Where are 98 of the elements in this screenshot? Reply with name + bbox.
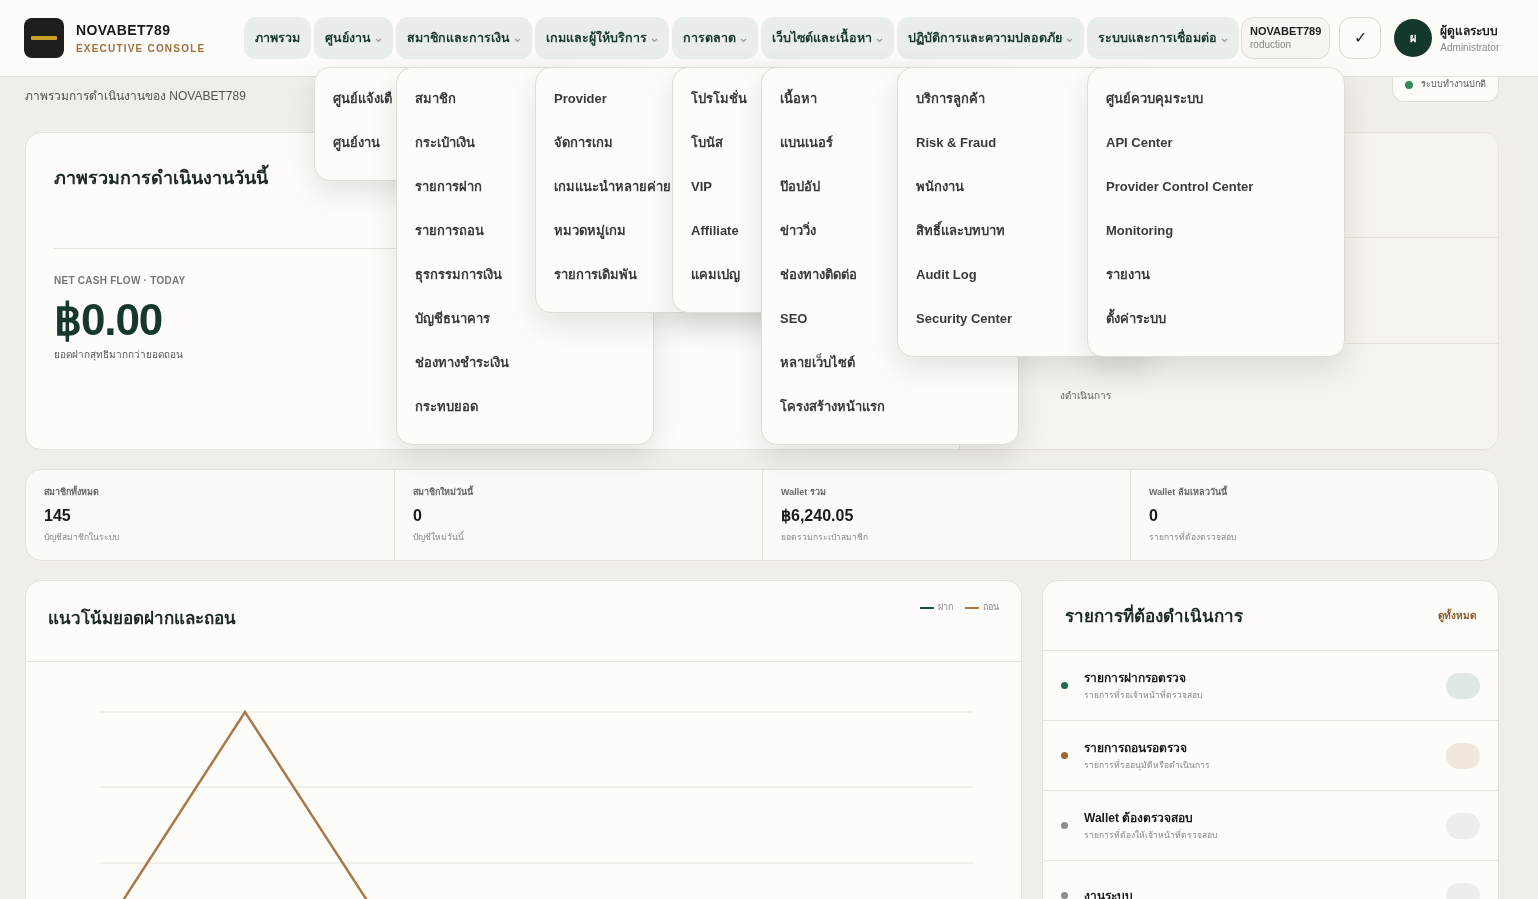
environment-label: roduction	[1250, 38, 1293, 52]
chevron-down-icon	[1066, 37, 1073, 43]
menu-item[interactable]: Provider	[554, 89, 607, 109]
page-subtitle: ภาพรวมการดำเนินงานของ NOVABET789	[25, 88, 246, 105]
user-role: Administrator	[1440, 40, 1500, 55]
menu-item[interactable]: Monitoring	[1106, 221, 1174, 241]
overview-title: ภาพรวมการดำเนินงานวันนี้	[54, 165, 268, 192]
status-text: ระบบทำงานปกติ	[1421, 78, 1486, 92]
stat-note: บัญชีใหม่วันนี้	[413, 530, 465, 544]
menu-item[interactable]: ข่าววิ่ง	[780, 221, 816, 241]
nav-tab[interactable]: ศูนย์งาน	[314, 17, 393, 59]
overview-note: ยอดฝากสุทธิมากกว่ายอดถอน	[54, 348, 183, 362]
menu-item[interactable]: Audit Log	[916, 265, 977, 285]
menu-item[interactable]: แบนเนอร์	[780, 133, 833, 153]
action-note: รายการที่รอเจ้าหน้าที่ตรวจสอบ	[1084, 689, 1203, 702]
menu-item[interactable]: โบนัส	[691, 133, 723, 153]
menu-item[interactable]: หมวดหมู่เกม	[554, 221, 626, 241]
menu-item[interactable]: บริการลูกค้า	[916, 89, 985, 109]
menu-item[interactable]: รายการถอน	[415, 221, 484, 241]
nav-tab[interactable]: ภาพรวม	[244, 17, 311, 59]
legend-label: ถอน	[983, 601, 999, 615]
chevron-down-icon	[740, 37, 747, 43]
menu-item[interactable]: Security Center	[916, 309, 1013, 329]
menu-item[interactable]: แคมเปญ	[691, 265, 740, 285]
brand-tagline: EXECUTIVE CONSOLE	[76, 42, 207, 56]
action-note: รายการที่รออนุมัติหรือดำเนินการ	[1084, 759, 1211, 772]
menu-item[interactable]: หลายเว็บไซต์	[780, 353, 855, 373]
chevron-down-icon	[375, 37, 382, 43]
menu-item[interactable]: Risk & Fraud	[916, 133, 997, 153]
view-all-link[interactable]: ดูทั้งหมด	[1438, 608, 1476, 623]
chevron-down-icon	[651, 37, 658, 43]
menu-item[interactable]: ศูนย์ควบคุมระบบ	[1106, 89, 1203, 109]
menu-item[interactable]: Affiliate	[691, 221, 739, 241]
stat-value: 145	[44, 505, 72, 526]
menu-item[interactable]: พนักงาน	[916, 177, 964, 197]
avatar[interactable]: ผ	[1394, 19, 1433, 57]
check-button[interactable]: ✓	[1339, 17, 1382, 59]
stat-value: ฿6,240.05	[781, 505, 855, 526]
menu-item[interactable]: VIP	[691, 177, 712, 197]
menu-item[interactable]: รายงาน	[1106, 265, 1150, 285]
menu-item[interactable]: SEO	[780, 309, 808, 329]
menu-item[interactable]: บัญชีธนาคาร	[415, 309, 490, 329]
count-badge	[1446, 672, 1480, 699]
overview-kicker: NET CASH FLOW · TODAY	[54, 274, 186, 288]
stat-note: ยอดรวมกระเป๋าสมาชิก	[781, 530, 869, 544]
stat-note: บัญชีสมาชิกในระบบ	[44, 530, 120, 544]
menu-item[interactable]: เกมแนะนำหลายค่าย	[554, 177, 671, 197]
menu-item[interactable]: ตั้งค่าระบบ	[1106, 309, 1166, 329]
count-badge	[1446, 742, 1480, 769]
chevron-down-icon	[514, 37, 521, 43]
stat-note: รายการที่ต้องตรวจสอบ	[1149, 530, 1237, 544]
environment-name: NOVABET789	[1250, 24, 1322, 39]
brand-name: NOVABET789	[76, 21, 172, 40]
menu-item[interactable]: จัดการเกม	[554, 133, 613, 153]
nav-tab[interactable]: ปฏิบัติการและความปลอดภัย	[897, 17, 1084, 59]
nav-tab[interactable]: การตลาด	[672, 17, 758, 59]
chevron-down-icon	[876, 37, 883, 43]
user-name: ผู้ดูแลระบบ	[1440, 22, 1500, 40]
menu-item[interactable]: Provider Control Center	[1106, 177, 1254, 197]
menu-item[interactable]: เนื้อหา	[780, 89, 817, 109]
action-title[interactable]: งานระบบ	[1084, 886, 1446, 899]
action-note: รายการที่ต้องให้เจ้าหน้าที่ตรวจสอบ	[1084, 829, 1218, 842]
menu-item[interactable]: รายการฝาก	[415, 177, 482, 197]
stat-label: Wallet ล้มเหลววันนี้	[1149, 486, 1229, 499]
nav-tab[interactable]: เกมและผู้ให้บริการ	[535, 17, 669, 59]
logo-icon	[24, 18, 64, 58]
menu-item[interactable]: กระเป๋าเงิน	[415, 133, 475, 153]
menu-item[interactable]: โครงสร้างหน้าแรก	[780, 397, 885, 417]
stat-label: สมาชิกใหม่วันนี้	[413, 486, 475, 499]
menu-item[interactable]: ช่องทางติดต่อ	[780, 265, 857, 285]
nav-tab[interactable]: ระบบและการเชื่อมต่อ	[1087, 17, 1239, 59]
menu-item[interactable]: ป๊อปอัป	[780, 177, 820, 197]
menu-item[interactable]: ศูนย์งาน	[333, 133, 380, 153]
chevron-down-icon	[1221, 37, 1228, 43]
action-title[interactable]: Wallet ต้องตรวจสอบ	[1084, 809, 1446, 828]
environment-chip[interactable]: NOVABET789 roduction	[1241, 17, 1331, 59]
legend-label: ฝาก	[938, 601, 953, 615]
nav-tab[interactable]: สมาชิกและการเงิน	[396, 17, 532, 59]
net-cash-value: ฿0.00	[54, 294, 163, 346]
menu-item[interactable]: ศูนย์แจ้งเตื	[333, 89, 392, 109]
menu-item[interactable]: ธุรกรรมการเงิน	[415, 265, 502, 285]
stat-value: 0	[1149, 505, 1159, 526]
menu-item[interactable]: API Center	[1106, 133, 1173, 153]
menu-item[interactable]: โปรโมชั่น	[691, 89, 747, 109]
side-text: งดำเนินการ	[1060, 390, 1111, 401]
nav-tab[interactable]: เว็บไซต์และเนื้อหา	[761, 17, 894, 59]
menu-item[interactable]: กระทบยอด	[415, 397, 478, 417]
actions-title: รายการที่ต้องดำเนินการ	[1065, 604, 1243, 630]
menu-item[interactable]: สิทธิ์และบทบาท	[916, 221, 1005, 241]
menu-item[interactable]: ช่องทางชำระเงิน	[415, 353, 509, 373]
action-title[interactable]: รายการถอนรอตรวจ	[1084, 739, 1446, 758]
stat-label: สมาชิกทั้งหมด	[44, 486, 100, 499]
stat-value: 0	[413, 505, 423, 526]
menu-item[interactable]: รายการเดิมพัน	[554, 265, 637, 285]
stat-label: Wallet รวม	[781, 486, 827, 499]
menu-item[interactable]: สมาชิก	[415, 89, 456, 109]
action-title[interactable]: รายการฝากรอตรวจ	[1084, 669, 1446, 688]
trend-title: แนวโน้มยอดฝากและถอน	[48, 607, 236, 630]
